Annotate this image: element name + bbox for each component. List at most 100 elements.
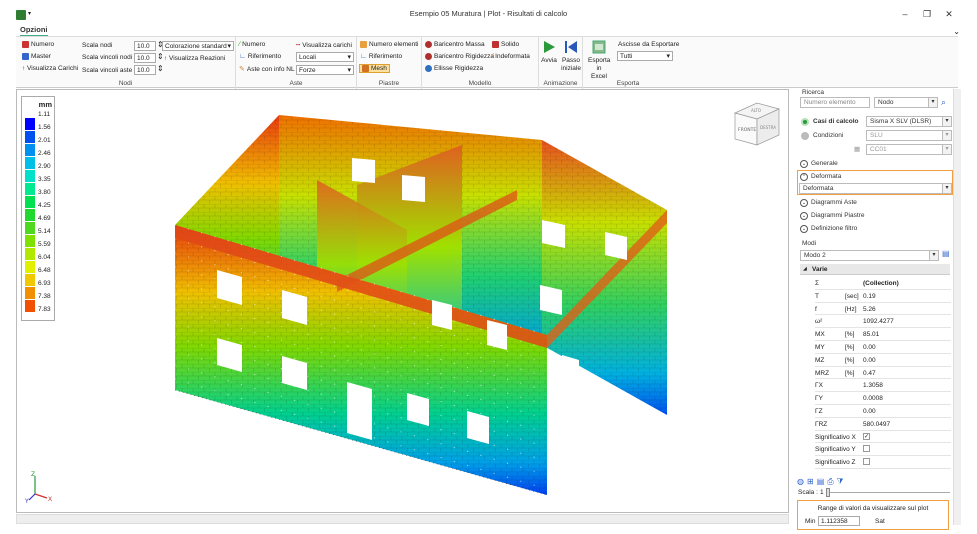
- property-row[interactable]: Significativo Z: [815, 456, 951, 469]
- property-name: ΓY: [815, 395, 823, 403]
- search-icon[interactable]: ⌕: [941, 97, 946, 108]
- print-icon[interactable]: ◍: [797, 477, 807, 486]
- section-diagrammi-aste[interactable]: Diagrammi Aste: [811, 199, 857, 206]
- property-name: ΓZ: [815, 408, 823, 415]
- scala-vincoli-aste-input[interactable]: 10.0: [134, 65, 156, 75]
- diagrammi-piastre-expand-icon[interactable]: ⌄: [800, 212, 808, 220]
- ascisse-select[interactable]: Tutti: [617, 51, 673, 61]
- aste-info-nl-toggle[interactable]: ✎ Aste con info NL: [239, 65, 295, 74]
- diagrammi-aste-expand-icon[interactable]: ⌄: [800, 199, 808, 207]
- table-icon[interactable]: ▤: [817, 477, 828, 486]
- ellisse-rigidezza-toggle[interactable]: Ellisse Rigidezza: [425, 65, 483, 72]
- property-row[interactable]: MZ [%] 0.00: [815, 354, 951, 367]
- property-row[interactable]: ΓX 1.3058: [815, 379, 951, 393]
- generale-expand-icon[interactable]: ⌄: [800, 160, 808, 168]
- reaction-arrow-icon: ↑: [164, 55, 167, 62]
- tab-opzioni[interactable]: Opzioni: [20, 25, 48, 36]
- min-input[interactable]: 1.112358: [818, 516, 860, 526]
- undeformed-icon: ⁄: [492, 53, 494, 60]
- spinner-icon[interactable]: ⇕: [157, 52, 164, 61]
- avvia-button[interactable]: Avvia: [540, 40, 558, 65]
- zoom-icon[interactable]: ⊞: [807, 477, 817, 486]
- scala-nodi-input[interactable]: 10.0: [134, 41, 156, 51]
- legend-value: 7.83: [38, 306, 51, 313]
- property-row[interactable]: MY [%] 0.00: [815, 341, 951, 354]
- property-row[interactable]: Σ (Collection): [815, 277, 951, 290]
- close-button[interactable]: ✕: [941, 9, 957, 20]
- legend-value: 4.69: [38, 215, 51, 222]
- forze-select[interactable]: Forze: [296, 65, 354, 75]
- ribbon-collapse-icon[interactable]: ⌄: [953, 27, 960, 36]
- piastre-numero-elementi-toggle[interactable]: Numero elementi: [360, 41, 419, 48]
- baricentro-rigidezza-toggle[interactable]: Baricentro Rigidezza: [425, 53, 494, 60]
- piastre-mesh-toggle[interactable]: Mesh: [359, 64, 390, 73]
- aste-riferimento-toggle[interactable]: ∟ Riferimento: [239, 53, 281, 60]
- varie-header[interactable]: ◢ Varie: [800, 264, 950, 275]
- nodi-numero-toggle[interactable]: Numero: [22, 41, 54, 48]
- aste-visualizza-carichi-toggle[interactable]: ┅ Visualizza carichi: [296, 41, 352, 50]
- piastre-riferimento-toggle[interactable]: ∟ Riferimento: [360, 53, 402, 60]
- search-type-select[interactable]: Nodo: [874, 97, 938, 108]
- property-row[interactable]: ω² 1092.4277: [815, 315, 951, 329]
- filter-icon[interactable]: ⧩: [837, 477, 847, 486]
- deformata-select[interactable]: Deformata: [799, 183, 952, 194]
- scala-slider-track[interactable]: [826, 492, 950, 493]
- property-row[interactable]: ΓZ 0.00: [815, 405, 951, 418]
- esporta-excel-button[interactable]: Esporta in Excel: [588, 40, 610, 81]
- colorazione-select[interactable]: Colorazione standard: [162, 41, 234, 51]
- property-row[interactable]: T [sec] 0.19: [815, 290, 951, 303]
- legend-value: 7.38: [38, 293, 51, 300]
- piastre-mesh-label: Mesh: [371, 65, 387, 72]
- deformata-collapse-icon[interactable]: ⌃: [800, 173, 808, 181]
- casi-di-calcolo-radio[interactable]: [801, 118, 809, 126]
- nodi-master-toggle[interactable]: Master: [22, 53, 51, 60]
- viewport-scrollbar[interactable]: [16, 514, 789, 524]
- passo-iniziale-button[interactable]: Passo iniziale: [560, 40, 582, 73]
- property-row[interactable]: MRZ [%] 0.47: [815, 367, 951, 380]
- aste-riferimento-label: Riferimento: [247, 53, 282, 60]
- section-definizione-filtro[interactable]: Definizione filtro: [811, 225, 857, 232]
- condizioni-radio[interactable]: [801, 132, 809, 140]
- maximize-button[interactable]: ❐: [919, 9, 935, 20]
- chart-icon[interactable]: ▤: [942, 249, 950, 258]
- condizioni-select[interactable]: SLU: [866, 130, 952, 141]
- plot-viewport[interactable]: mm 1.11 1.56 2.01 2.46 2.90 3.35 3.80 4.25 4.69 5…: [16, 89, 789, 513]
- property-name: Significativo Z: [815, 459, 856, 467]
- export-icon[interactable]: ⎙: [827, 477, 836, 486]
- cc-select[interactable]: CC01: [866, 144, 952, 155]
- section-diagrammi-piastre[interactable]: Diagrammi Piastre: [811, 212, 864, 219]
- nodi-visualizza-carichi-label: Visualizza Carichi: [27, 65, 79, 72]
- nodi-visualizza-carichi-toggle[interactable]: ↑ Visualizza Carichi: [22, 65, 78, 72]
- building-model[interactable]: [157, 100, 677, 495]
- panel-scrollbar[interactable]: [953, 89, 961, 525]
- indeformata-toggle[interactable]: ⁄ Indeformata: [492, 53, 530, 60]
- solido-toggle[interactable]: Solido: [492, 41, 519, 48]
- minimize-button[interactable]: –: [897, 9, 913, 19]
- scala-slider-thumb[interactable]: [826, 488, 830, 497]
- significativo-checkbox[interactable]: [863, 458, 870, 466]
- scala-vincoli-nodi-input[interactable]: 10.0: [134, 53, 156, 63]
- significativo-checkbox[interactable]: ✓: [863, 432, 870, 440]
- significativo-checkbox[interactable]: [863, 445, 870, 453]
- search-element-input[interactable]: Numero elemento: [800, 97, 870, 108]
- view-cube[interactable]: ALTO FRONTE DESTRA: [729, 95, 785, 149]
- baricentro-massa-label: Baricentro Massa: [434, 41, 485, 48]
- property-row[interactable]: ΓY 0.0008: [815, 392, 951, 405]
- property-row[interactable]: ΓRZ 580.0497: [815, 418, 951, 431]
- baricentro-massa-toggle[interactable]: Baricentro Massa: [425, 41, 485, 48]
- property-row[interactable]: Significativo X ✓: [815, 431, 951, 444]
- section-generale[interactable]: Generale: [811, 160, 838, 167]
- property-row[interactable]: Significativo Y: [815, 443, 951, 457]
- property-row[interactable]: f [Hz] 5.26: [815, 303, 951, 316]
- casi-select[interactable]: Sisma X SLV (DLSR): [866, 116, 952, 127]
- modi-select[interactable]: Modo 2: [800, 250, 939, 261]
- property-row[interactable]: MX [%] 85.01: [815, 328, 951, 341]
- spinner-icon[interactable]: ⇕: [157, 64, 164, 73]
- locali-select[interactable]: Locali: [296, 52, 354, 62]
- section-deformata[interactable]: Deformata: [811, 173, 841, 180]
- property-name: ΓX: [815, 382, 823, 390]
- definizione-filtro-expand-icon[interactable]: ⌄: [800, 225, 808, 233]
- visualizza-reazioni-toggle[interactable]: ↑ Visualizza Reazioni: [164, 55, 225, 62]
- piastre-riferimento-label: Riferimento: [368, 53, 403, 60]
- aste-numero-toggle[interactable]: ∕ Numero: [239, 41, 265, 48]
